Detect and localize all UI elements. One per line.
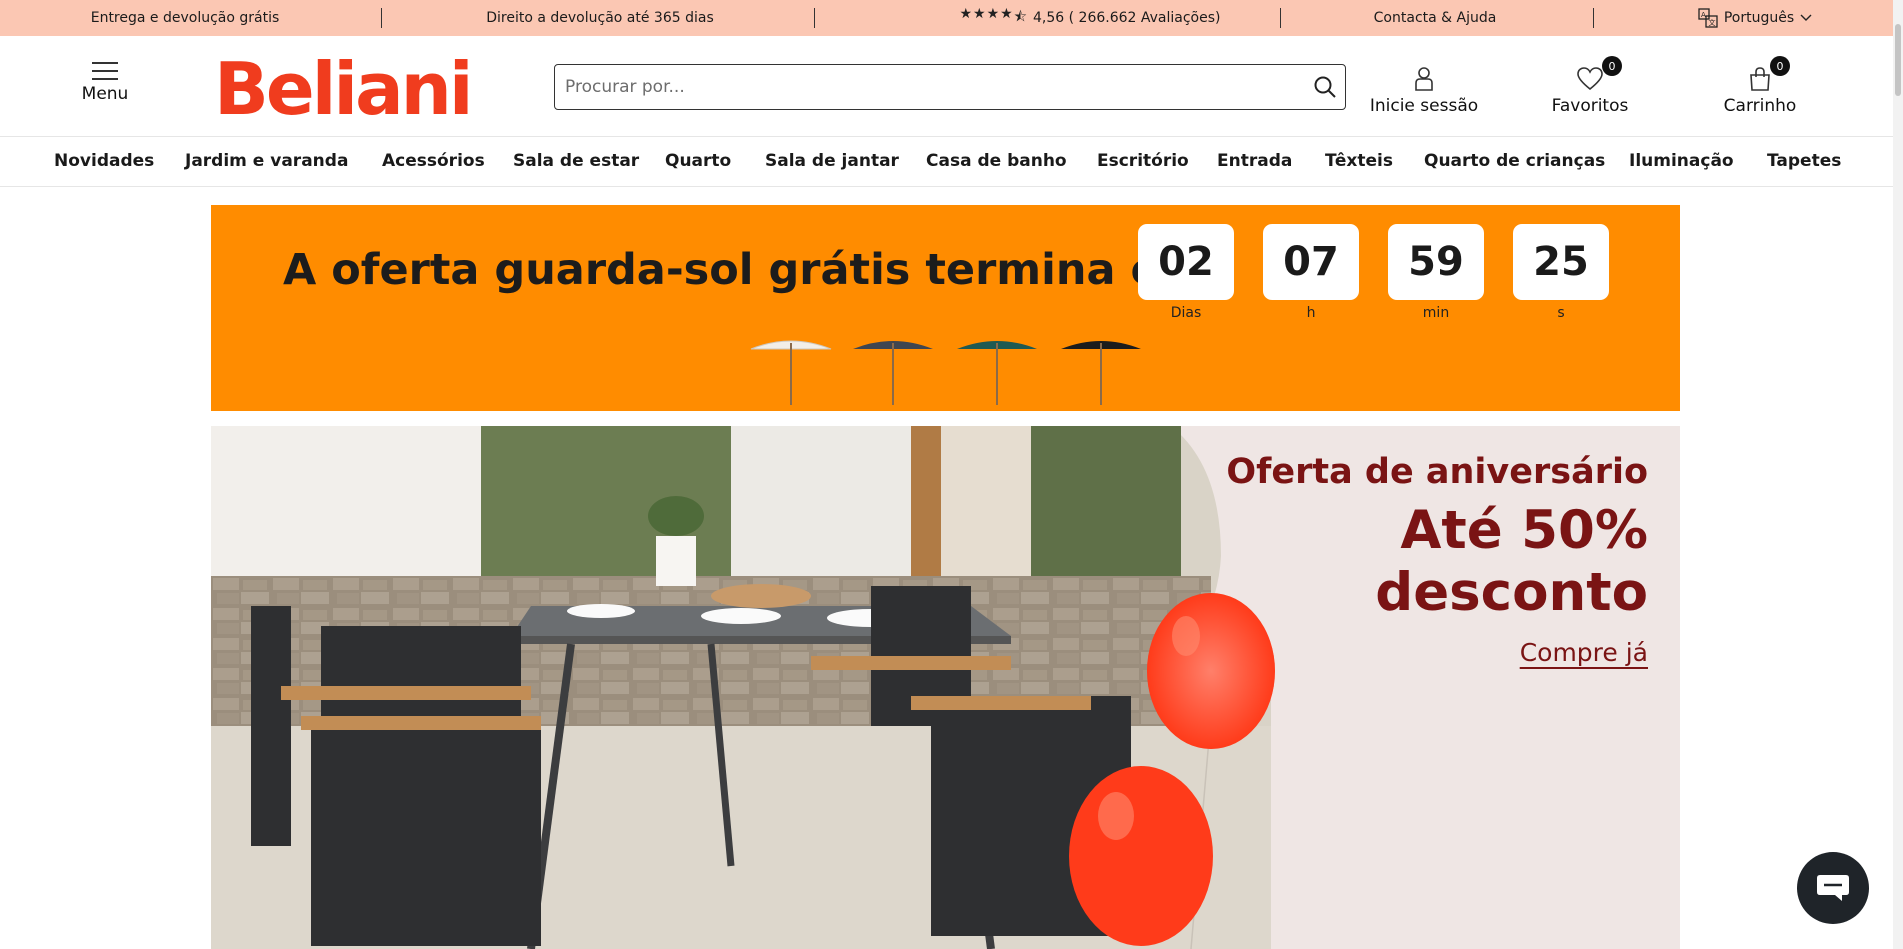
- category-nav: Novidades Jardim e varanda Acessórios Sa…: [0, 137, 1903, 187]
- divider: [1593, 8, 1594, 28]
- site-header: Menu Beliani Inicie sessão 0 Fav: [0, 36, 1903, 137]
- rating-stars: ★ ★ ★ ★ ⯪: [959, 6, 1027, 30]
- hamburger-icon: [92, 62, 118, 80]
- star-icon: ★: [959, 6, 973, 22]
- star-half-icon: ⯪: [1013, 9, 1027, 25]
- umbrella-grey-image: [853, 341, 933, 405]
- search-icon: [1314, 76, 1336, 98]
- cart-button[interactable]: 0 Carrinho: [1710, 56, 1810, 116]
- umbrella-green-image: [957, 341, 1037, 405]
- star-icon: ★: [1000, 6, 1013, 22]
- nav-item-tapetes[interactable]: Tapetes: [1767, 137, 1841, 185]
- countdown-unit: min: [1422, 305, 1450, 321]
- cart-count-badge: 0: [1770, 56, 1790, 76]
- countdown-value: 25: [1513, 224, 1609, 300]
- divider: [814, 8, 815, 28]
- scrollbar-thumb[interactable]: [1895, 24, 1901, 96]
- anniversary-sale-banner[interactable]: Oferta de aniversário Até 50% desconto C…: [211, 426, 1680, 949]
- nav-item-acessorios[interactable]: Acessórios: [382, 137, 485, 185]
- heart-icon: [1577, 67, 1603, 91]
- hero-line1: Oferta de aniversário: [1226, 452, 1648, 492]
- search-bar: [554, 64, 1346, 110]
- language-label: Português: [1723, 10, 1795, 26]
- favorites-count-badge: 0: [1602, 56, 1622, 76]
- menu-button[interactable]: Menu: [74, 62, 136, 104]
- countdown-days: 02 Dias: [1138, 224, 1234, 321]
- rating-info[interactable]: ★ ★ ★ ★ ⯪ 4,56 ( 266.662 Avaliações): [880, 0, 1300, 36]
- umbrella-black-image: [1061, 341, 1141, 405]
- menu-label: Menu: [81, 84, 129, 104]
- cart-label: Carrinho: [1723, 96, 1797, 116]
- countdown-unit: s: [1557, 305, 1565, 321]
- divider: [1280, 8, 1281, 28]
- beliani-logo[interactable]: Beliani: [214, 50, 484, 126]
- user-icon: [1415, 67, 1433, 91]
- countdown-minutes: 59 min: [1388, 224, 1484, 321]
- svg-text:文: 文: [1708, 18, 1715, 27]
- favorites-button[interactable]: 0 Favoritos: [1540, 56, 1640, 116]
- hero-line2: Até 50%: [1400, 500, 1648, 561]
- nav-item-quarto[interactable]: Quarto: [665, 137, 731, 185]
- nav-item-texteis[interactable]: Têxteis: [1325, 137, 1393, 185]
- star-icon: ★: [986, 6, 1000, 22]
- hero-line3: desconto: [1375, 562, 1648, 623]
- page-scrollbar[interactable]: [1893, 0, 1903, 949]
- nav-item-entrada[interactable]: Entrada: [1217, 137, 1292, 185]
- countdown-unit: Dias: [1170, 305, 1202, 321]
- language-selector[interactable]: A 文 Português: [1680, 0, 1830, 36]
- chevron-down-icon: [1800, 14, 1812, 21]
- divider: [381, 8, 382, 28]
- countdown-value: 02: [1138, 224, 1234, 300]
- nav-item-casa-de-banho[interactable]: Casa de banho: [926, 137, 1067, 185]
- countdown-value: 07: [1263, 224, 1359, 300]
- svg-text:A: A: [1701, 11, 1706, 19]
- free-delivery-info[interactable]: Entrega e devolução grátis: [60, 0, 310, 36]
- return-policy-info[interactable]: Direito a devolução até 365 dias: [450, 0, 750, 36]
- logo-text: Beliani: [214, 50, 471, 126]
- chat-button[interactable]: [1797, 852, 1869, 924]
- login-button[interactable]: Inicie sessão: [1368, 62, 1480, 116]
- shop-now-link[interactable]: Compre já: [1520, 638, 1648, 667]
- promo-headline: A oferta guarda-sol grátis termina em:: [283, 245, 1222, 295]
- countdown-hours: 07 h: [1263, 224, 1359, 321]
- login-label: Inicie sessão: [1369, 96, 1479, 116]
- search-input[interactable]: [555, 65, 1305, 109]
- translate-icon: A 文: [1698, 8, 1718, 28]
- nav-item-escritorio[interactable]: Escritório: [1097, 137, 1189, 185]
- contact-link[interactable]: Contacta & Ajuda: [1335, 0, 1535, 36]
- nav-item-iluminacao[interactable]: Iluminação: [1629, 137, 1734, 185]
- chat-icon: [1817, 875, 1849, 901]
- umbrella-white-image: [750, 340, 832, 405]
- star-icon: ★: [973, 6, 986, 22]
- nav-item-novidades[interactable]: Novidades: [54, 137, 154, 185]
- nav-item-sala-de-estar[interactable]: Sala de estar: [513, 137, 639, 185]
- search-button[interactable]: [1305, 65, 1345, 109]
- rating-text: 4,56 ( 266.662 Avaliações): [1033, 10, 1221, 26]
- countdown-value: 59: [1388, 224, 1484, 300]
- countdown-unit: h: [1306, 305, 1316, 321]
- top-info-bar: Entrega e devolução grátis Direito a dev…: [0, 0, 1903, 36]
- nav-item-jardim-varanda[interactable]: Jardim e varanda: [185, 137, 348, 185]
- countdown-seconds: 25 s: [1513, 224, 1609, 321]
- nav-item-sala-de-jantar[interactable]: Sala de jantar: [765, 137, 899, 185]
- umbrella-offer-banner[interactable]: A oferta guarda-sol grátis termina em: 0…: [211, 205, 1680, 411]
- shopping-bag-icon: [1750, 67, 1770, 91]
- favorites-label: Favoritos: [1551, 96, 1629, 116]
- nav-item-quarto-de-criancas[interactable]: Quarto de crianças: [1424, 137, 1605, 185]
